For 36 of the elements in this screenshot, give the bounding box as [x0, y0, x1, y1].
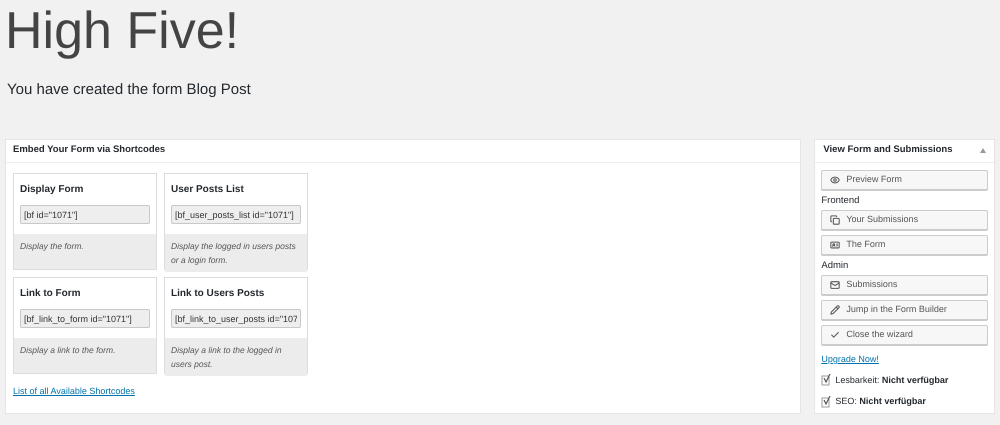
seo-status: Lesbarkeit: Nicht verfügbar — [835, 374, 948, 387]
seo-plugin-icon — [821, 396, 832, 408]
card-description: Display a link to the logged in users post. — [171, 344, 283, 370]
shortcode-field[interactable]: [bf_link_to_form id="1071"] — [20, 309, 150, 328]
action-button[interactable]: Close the wizard — [821, 325, 988, 345]
pages-icon — [830, 214, 840, 225]
action-button[interactable]: Your Submissions — [821, 210, 988, 230]
shortcode-field[interactable]: [bf_user_posts_list id="1071"] — [171, 205, 301, 224]
panel-title: View Form and Submissions — [823, 143, 953, 158]
card-title: User Posts List — [171, 182, 245, 196]
shortcodes-link[interactable]: List of all Available Shortcodes — [13, 384, 135, 398]
envelope-icon — [830, 280, 840, 290]
pencil-icon — [830, 305, 840, 315]
action-button[interactable]: The Form — [821, 234, 988, 255]
action-button[interactable]: Preview Form — [821, 170, 988, 190]
upgrade-link[interactable]: Upgrade Now! — [821, 353, 879, 366]
shortcode-field[interactable]: [bf id="1071"] — [20, 205, 150, 224]
card-title: Display Form — [20, 182, 84, 196]
toggle-arrow-icon[interactable] — [980, 148, 986, 153]
page-subtitle: You have created the form Blog Post — [7, 80, 252, 100]
card-description: Display the logged in users posts or a login form. — [171, 240, 297, 266]
check-icon — [830, 330, 840, 340]
card-description: Display the form. — [20, 240, 85, 252]
eye-icon — [830, 174, 840, 184]
card-title: Link to Users Posts — [171, 286, 266, 300]
form-icon — [830, 240, 840, 250]
card-description: Display a link to the form. — [20, 344, 116, 356]
group-heading: Frontend — [821, 194, 860, 208]
seo-status: SEO: Nicht verfügbar — [835, 395, 926, 408]
action-button[interactable]: Submissions — [821, 275, 988, 295]
action-button[interactable]: Jump in the Form Builder — [821, 300, 988, 320]
panel-title: Embed Your Form via Shortcodes — [13, 143, 166, 158]
seo-plugin-icon — [821, 374, 832, 386]
group-heading: Admin — [821, 258, 850, 273]
card-title: Link to Form — [20, 286, 82, 300]
page-title: High Five! — [5, 1, 240, 61]
